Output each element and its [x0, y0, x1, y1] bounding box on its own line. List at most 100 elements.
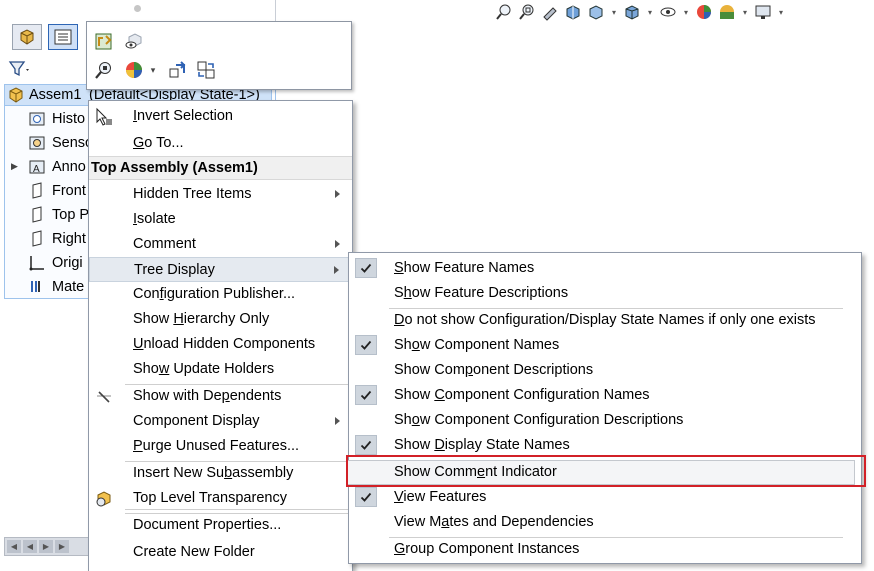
submenu-item-show-component-names[interactable]: Show Component Names [349, 333, 861, 358]
tree-item[interactable]: Mate [26, 277, 88, 299]
menu-item-tree-display[interactable]: Tree Display [89, 257, 352, 282]
scroll-first-icon[interactable]: ◀ [7, 540, 21, 553]
insert-components-icon[interactable] [93, 30, 115, 52]
menu-item-show-update-holders[interactable]: Show Update Holders [89, 357, 352, 382]
view-settings-icon[interactable] [753, 2, 773, 22]
tree-item-label: Anno [52, 159, 86, 175]
previous-view-icon[interactable] [540, 2, 560, 22]
sensors-folder-icon [28, 134, 46, 152]
edit-appearance-icon[interactable] [694, 2, 714, 22]
menu-item-configuration-publisher[interactable]: Configuration Publisher... [89, 282, 352, 307]
history-folder-icon [28, 110, 46, 128]
tree-item[interactable]: Origi [26, 253, 88, 275]
hide-show-items-icon[interactable] [658, 2, 678, 22]
submenu-label: Do not show Configuration/Display State … [394, 312, 816, 328]
menu-item-insert-new-subassembly[interactable]: Insert New Subassembly [89, 461, 352, 486]
submenu-arrow-icon [335, 190, 340, 198]
apply-scene-icon[interactable] [717, 2, 737, 22]
plane-icon [28, 206, 46, 224]
menu-label: Tree Display [134, 262, 215, 278]
menu-item-show-hierarchy-only[interactable]: Show Hierarchy Only [89, 307, 352, 332]
menu-item-show-with-dependents[interactable]: Show with Dependents [89, 384, 352, 409]
panel-grip-handle[interactable] [134, 5, 141, 12]
tree-item[interactable]: A Anno [26, 157, 88, 179]
menu-item-component-display[interactable]: Component Display [89, 409, 352, 434]
tree-item[interactable]: Senso [26, 133, 93, 155]
submenu-item-show-feature-names[interactable]: Show Feature Names [349, 256, 861, 281]
zoom-to-fit-icon[interactable] [494, 2, 514, 22]
menu-separator [125, 509, 348, 510]
view-settings-dropdown-icon[interactable]: ▾ [776, 8, 786, 17]
submenu-arrow-icon [334, 266, 339, 274]
menu-item-document-properties[interactable]: Document Properties... [89, 513, 352, 538]
menu-label: Unload Hidden Components [133, 336, 316, 352]
tree-item-label: Senso [52, 135, 94, 151]
menu-item-top-level-transparency[interactable]: Top Level Transparency [89, 486, 352, 511]
submenu-label: Show Display State Names [394, 437, 570, 453]
submenu-item-group-component-instances[interactable]: Group Component Instances [349, 537, 861, 562]
submenu-label: Show Component Names [394, 337, 560, 353]
view-orientation-dropdown-icon[interactable]: ▾ [609, 8, 619, 17]
plane-icon [28, 230, 46, 248]
section-view-icon[interactable] [563, 2, 583, 22]
submenu-item-do-not-show-configuration-display-state-names-if-only-one-exists[interactable]: Do not show Configuration/Display State … [349, 308, 861, 333]
menu-item-hidden-tree-items[interactable]: Hidden Tree Items [89, 182, 352, 207]
expand-arrow-icon[interactable]: ▶ [11, 161, 18, 172]
tree-item[interactable]: Right [26, 229, 88, 251]
view-orientation-icon[interactable] [586, 2, 606, 22]
checkmark-icon [355, 258, 377, 278]
zoom-to-selection-icon[interactable] [93, 59, 115, 81]
context-toolbar: ▾ [86, 21, 352, 90]
menu-item-unload-hidden-components[interactable]: Unload Hidden Components [89, 332, 352, 357]
menu-label: Invert Selection [133, 108, 233, 124]
tree-display-submenu: Show Feature Names Show Feature Descripti… [347, 252, 862, 564]
menu-item-comment[interactable]: Comment [89, 232, 352, 257]
filter-icon [8, 61, 29, 77]
submenu-item-show-component-configuration-names[interactable]: Show Component Configuration Names [349, 383, 861, 408]
menu-item-go-to[interactable]: Go To... [89, 131, 352, 156]
tab-property-manager[interactable] [48, 24, 78, 50]
menu-item-create-new-folder[interactable]: Create New Folder [89, 540, 352, 565]
zoom-to-area-icon[interactable] [517, 2, 537, 22]
tab-feature-manager[interactable] [12, 24, 42, 50]
menu-item-invert-selection[interactable]: Invert Selection [89, 104, 352, 129]
menu-label: Comment [133, 236, 196, 252]
display-style-icon[interactable] [622, 2, 642, 22]
annotation-highlight-box [346, 455, 866, 487]
scroll-prev-icon[interactable]: ◀ [23, 540, 37, 553]
submenu-item-view-mates-and-dependencies[interactable]: View Mates and Dependencies [349, 510, 861, 535]
submenu-label: Show Feature Names [394, 260, 535, 276]
submenu-label: Show Component Configuration Description… [394, 412, 684, 428]
tree-item[interactable]: Top P [26, 205, 89, 227]
submenu-item-show-component-configuration-descriptions[interactable]: Show Component Configuration Description… [349, 408, 861, 433]
menu-label: Go To... [133, 135, 184, 151]
tree-item[interactable]: Front [26, 181, 88, 203]
tree-item[interactable]: Histo [26, 109, 88, 131]
submenu-label: Group Component Instances [394, 541, 580, 557]
menu-label: Top Level Transparency [133, 490, 287, 506]
hide-show-dropdown-icon[interactable]: ▾ [681, 8, 691, 17]
menu-item-purge-unused-features[interactable]: Purge Unused Features... [89, 434, 352, 459]
submenu-item-view-features[interactable]: View Features [349, 485, 861, 510]
display-style-dropdown-icon[interactable]: ▾ [645, 8, 655, 17]
plane-icon [28, 182, 46, 200]
tree-filter[interactable] [8, 57, 38, 81]
hide-show-component-icon[interactable] [123, 30, 145, 52]
submenu-item-show-component-descriptions[interactable]: Show Component Descriptions [349, 358, 861, 383]
scroll-next-icon[interactable]: ▶ [39, 540, 53, 553]
tree-item-label: Mate [52, 279, 85, 295]
menu-item-isolate[interactable]: Isolate [89, 207, 352, 232]
appearance-dropdown-icon[interactable]: ▾ [147, 59, 159, 81]
checkmark-icon [355, 385, 377, 405]
apply-scene-dropdown-icon[interactable]: ▾ [740, 8, 750, 17]
rebuild-component-icon[interactable] [167, 59, 189, 81]
replace-components-icon[interactable] [195, 59, 217, 81]
submenu-label: View Mates and Dependencies [394, 514, 594, 530]
scroll-last-icon[interactable]: ▶ [55, 540, 69, 553]
submenu-arrow-icon [335, 240, 340, 248]
submenu-item-show-feature-descriptions[interactable]: Show Feature Descriptions [349, 281, 861, 306]
appearance-icon[interactable] [123, 59, 145, 81]
menu-label: Create New Folder [133, 544, 255, 560]
property-manager-icon [54, 29, 72, 45]
show-with-dependents-icon [93, 386, 115, 408]
